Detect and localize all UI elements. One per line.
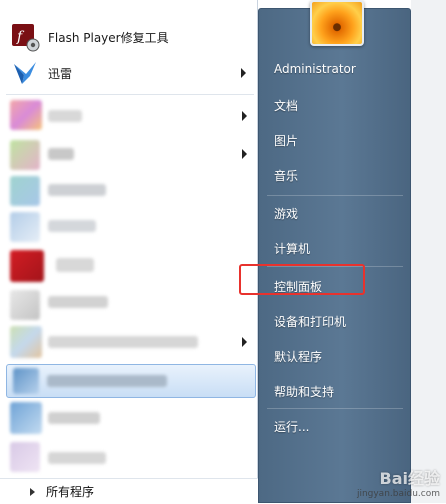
pictures-link[interactable]: 图片 xyxy=(274,132,298,149)
user-name-link[interactable]: Administrator xyxy=(274,62,356,76)
all-programs-label: 所有程序 xyxy=(46,485,95,499)
submenu-arrow-icon xyxy=(242,337,247,347)
program-label: 迅雷 xyxy=(48,66,73,81)
separator xyxy=(6,94,254,95)
submenu-arrow-icon xyxy=(242,111,247,121)
all-programs-button[interactable]: 所有程序 xyxy=(0,478,258,504)
computer-link[interactable]: 计算机 xyxy=(274,240,310,257)
separator xyxy=(267,408,403,409)
program-label: Flash Player修复工具 xyxy=(48,30,169,45)
program-flash-player-repair[interactable]: f Flash Player修复工具 xyxy=(6,21,256,53)
watermark-url: jingyan.baidu.com xyxy=(356,489,440,499)
default-programs-link[interactable]: 默认程序 xyxy=(274,348,322,365)
program-xunlei[interactable]: 迅雷 xyxy=(6,57,256,89)
xunlei-bird-icon xyxy=(10,58,40,88)
baidu-jingyan-watermark: Bai经验 jingyan.baidu.com xyxy=(357,465,440,499)
submenu-arrow-icon xyxy=(241,68,246,78)
desktop-background xyxy=(411,0,446,503)
program-hover-highlight[interactable] xyxy=(6,364,256,398)
start-menu-programs-pane: f Flash Player修复工具 迅雷 所有程序 xyxy=(0,0,258,504)
submenu-arrow-icon xyxy=(242,149,247,159)
flash-player-icon: f xyxy=(10,22,40,52)
annotation-highlight-box xyxy=(239,264,365,295)
start-menu-places-pane: Administrator 文档 图片 音乐 游戏 计算机 控制面板 设备和打印… xyxy=(258,8,411,503)
play-arrow-icon xyxy=(30,487,35,496)
documents-link[interactable]: 文档 xyxy=(274,97,298,114)
help-and-support-link[interactable]: 帮助和支持 xyxy=(274,383,334,400)
watermark-brand: Bai经验 xyxy=(379,469,440,488)
devices-and-printers-link[interactable]: 设备和打印机 xyxy=(274,313,346,330)
user-avatar[interactable] xyxy=(310,0,364,46)
separator xyxy=(267,195,403,196)
music-link[interactable]: 音乐 xyxy=(274,167,298,184)
run-link[interactable]: 运行... xyxy=(274,418,309,435)
games-link[interactable]: 游戏 xyxy=(274,205,298,222)
